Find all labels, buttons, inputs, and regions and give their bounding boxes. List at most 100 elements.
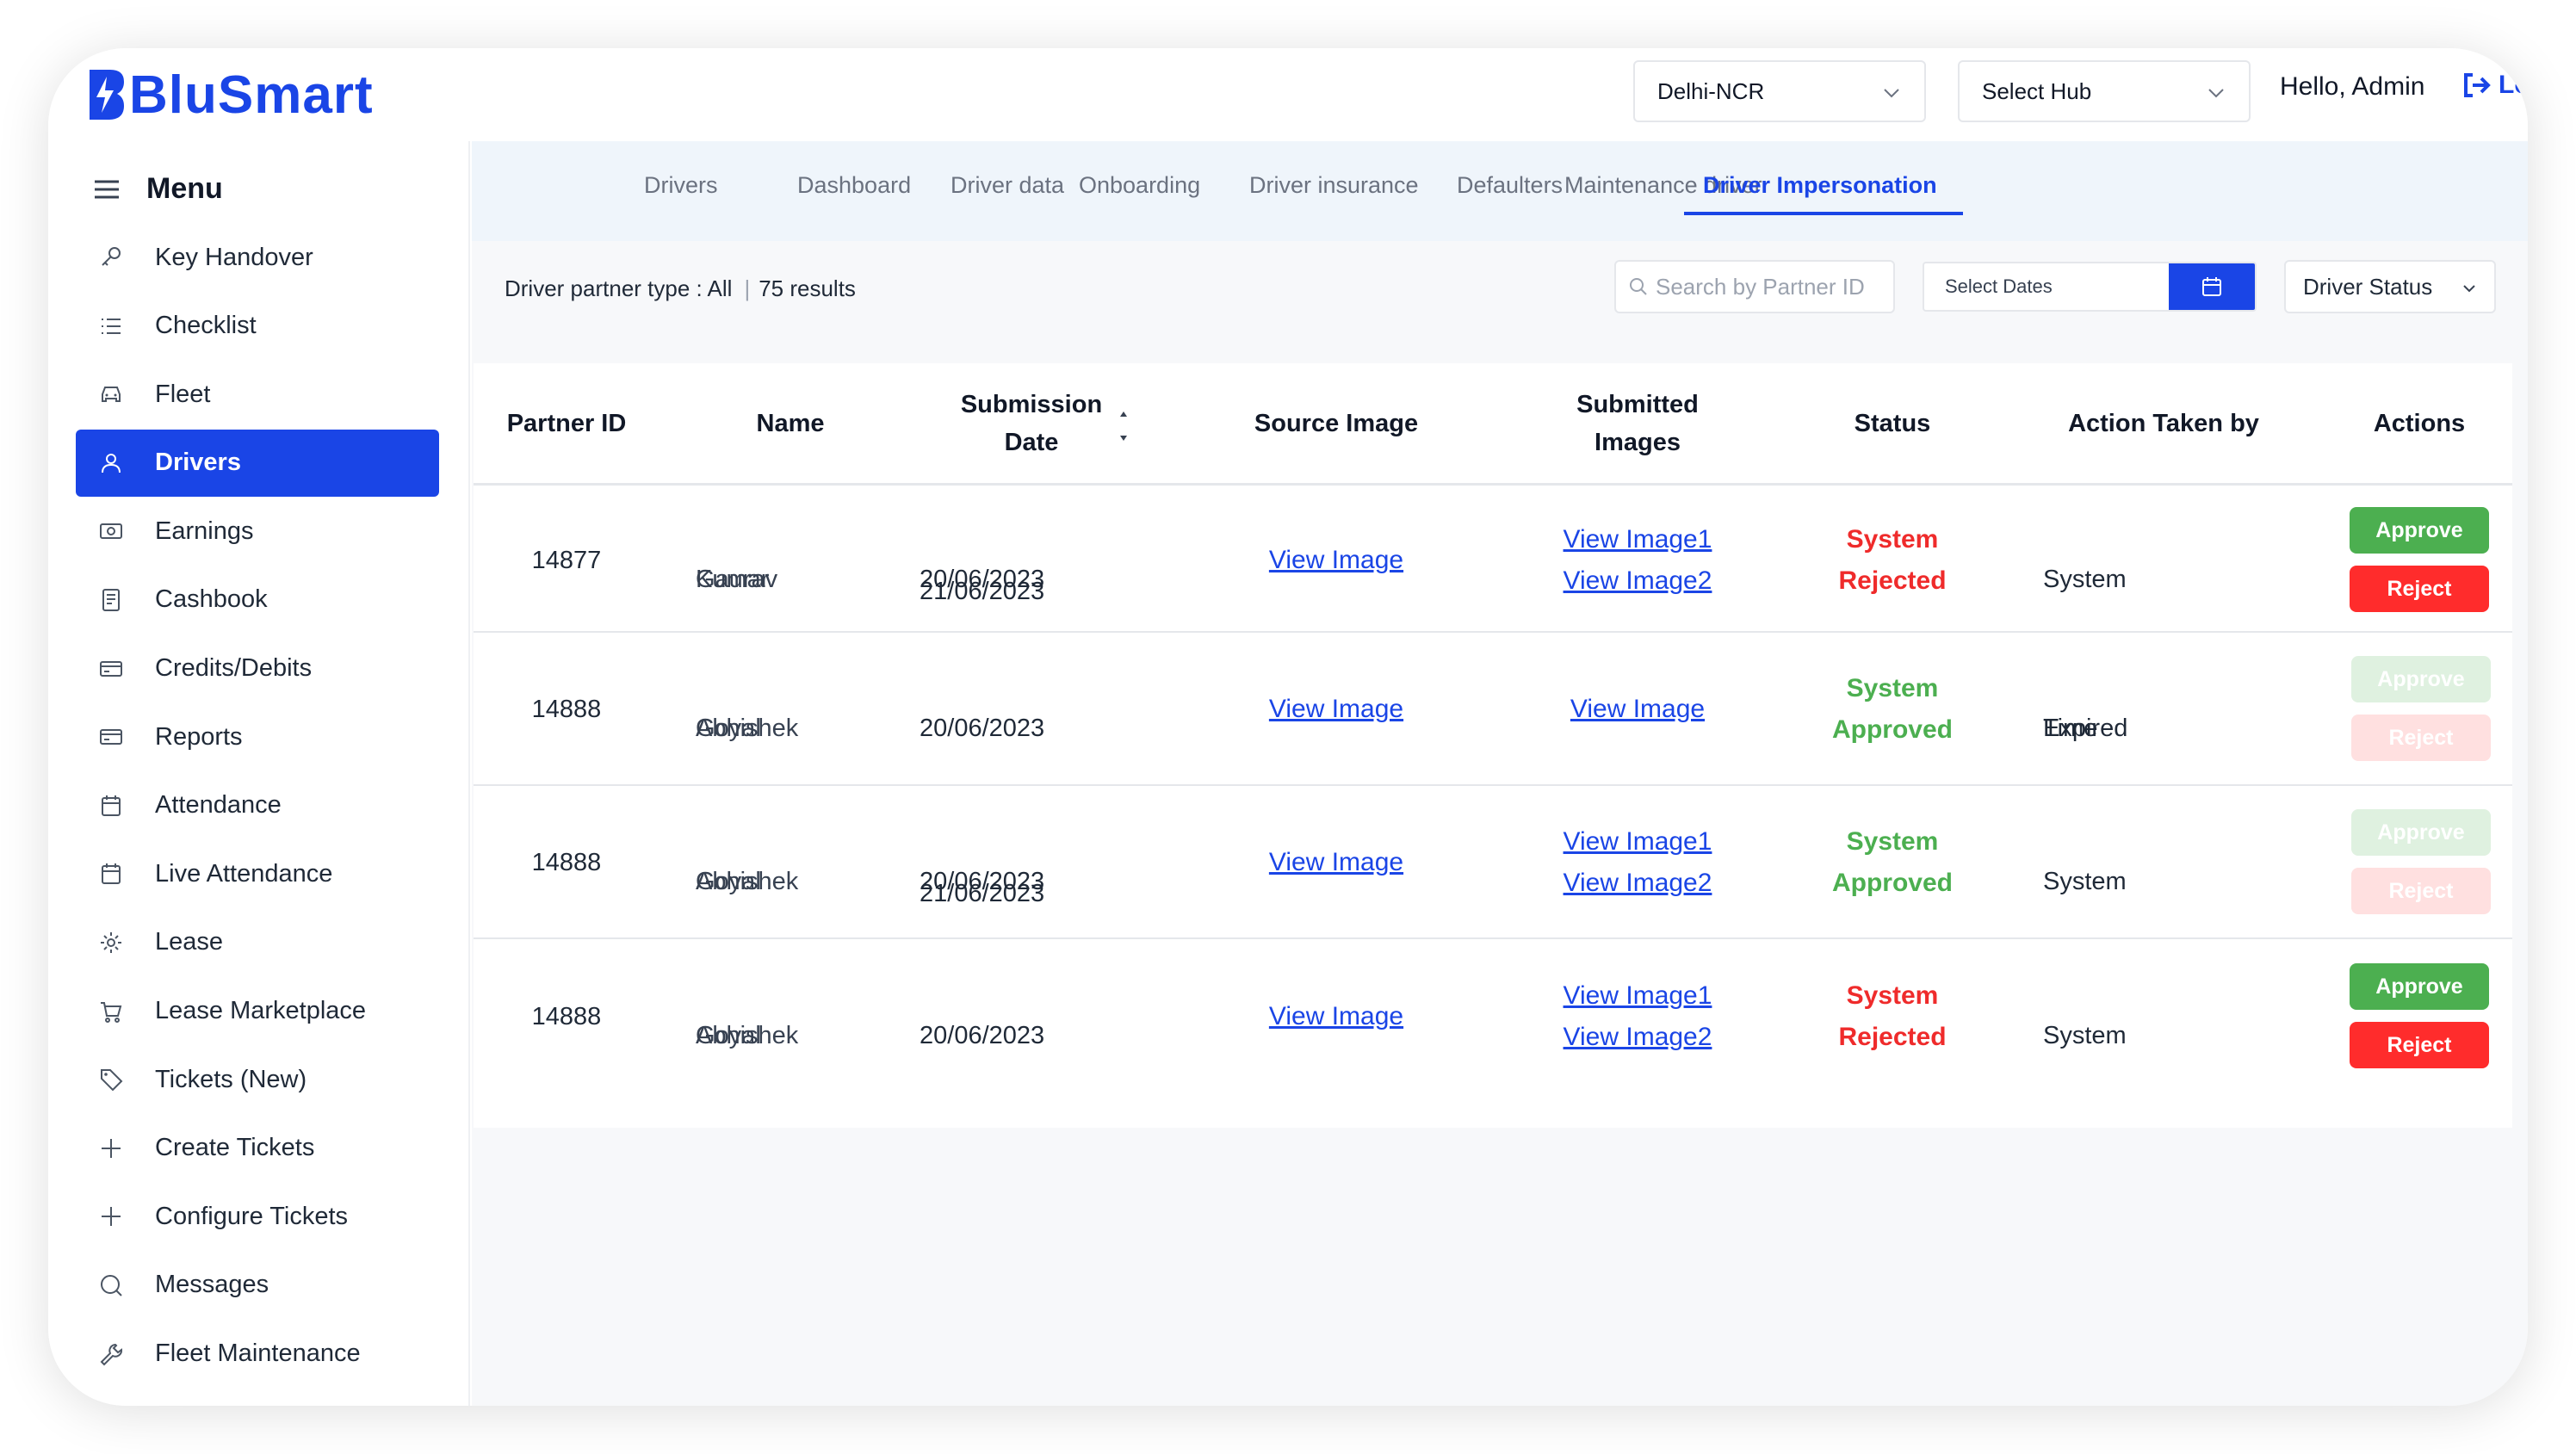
status-badge: Rejected — [1838, 566, 1947, 595]
sidebar-item-label: Create Tickets — [155, 1134, 315, 1162]
tab-driver-impersonation[interactable]: Driver Impersonation — [1703, 172, 1937, 199]
top-header: BluSmart Delhi-NCR Select Hub Hello, Adm… — [48, 48, 2528, 141]
chat-icon — [96, 1271, 126, 1300]
logout-icon — [2464, 73, 2491, 97]
sidebar-item-label: Live Attendance — [155, 859, 333, 888]
submission-date: 20/06/2023 — [920, 1022, 1045, 1049]
calendar-icon — [2202, 277, 2221, 296]
partner-id: 14888 — [531, 849, 602, 876]
tab-bar: Drivers Dashboard Driver data Onboarding Dri… — [472, 141, 2528, 241]
sidebar-item-credits-debits[interactable]: Credits/Debits — [76, 635, 439, 702]
tab-onboarding[interactable]: Onboarding — [1079, 172, 1200, 199]
sidebar-item-tickets-new[interactable]: Tickets (New) — [76, 1046, 439, 1113]
logout-button[interactable]: Lo — [2462, 71, 2528, 100]
table-header: Partner ID Name Submission Date Source Image… — [474, 363, 2512, 486]
tab-drivers[interactable]: Drivers — [644, 172, 718, 199]
chevron-down-icon — [1884, 89, 1899, 98]
column-header-partner-id: Partner ID — [506, 410, 627, 437]
partner-id: 14888 — [531, 1003, 602, 1030]
sidebar-item-label: Key Handover — [155, 243, 313, 271]
sidebar-item-drivers[interactable]: Drivers — [76, 429, 439, 497]
table-row: 14888 Abhishek Goyal 20/06/2023 21/06/2023 Vi… — [474, 786, 2512, 939]
sidebar-item-lease-marketplace[interactable]: Lease Marketplace — [76, 978, 439, 1045]
brand-logo[interactable]: BluSmart — [84, 59, 374, 131]
status-badge: System — [1846, 827, 1939, 856]
reject-button[interactable]: Reject — [2350, 566, 2489, 612]
search-input[interactable]: Search by Partner ID — [1614, 260, 1895, 313]
submitted-image-link[interactable]: View Image1 — [1564, 981, 1712, 1010]
sidebar-nav: Key Handover Checklist Fleet Drivers Earning… — [76, 224, 439, 1389]
date-range-picker[interactable]: Select Dates — [1923, 262, 2257, 312]
sidebar-item-earnings[interactable]: Earnings — [76, 498, 439, 565]
sidebar-item-label: Attendance — [155, 791, 282, 820]
action-taken-by: System — [2043, 868, 2127, 895]
driver-name: Goyal — [696, 868, 761, 895]
approve-button[interactable]: Approve — [2350, 963, 2489, 1010]
driver-name: Goyal — [696, 715, 761, 742]
driver-name: Kumar — [696, 566, 770, 593]
hub-select[interactable]: Select Hub — [1958, 60, 2251, 122]
hub-select-value: Select Hub — [1982, 77, 2092, 104]
submitted-image-link[interactable]: View Image1 — [1564, 525, 1712, 554]
sidebar-item-configure-tickets[interactable]: Configure Tickets — [76, 1183, 439, 1250]
user-icon — [96, 449, 126, 478]
driver-status-select[interactable]: Driver Status — [2284, 260, 2496, 313]
reject-button[interactable]: Reject — [2350, 1022, 2489, 1068]
sidebar-item-label: Earnings — [155, 517, 254, 545]
search-placeholder: Search by Partner ID — [1656, 273, 1865, 300]
sidebar-item-cashbook[interactable]: Cashbook — [76, 566, 439, 634]
sidebar-item-checklist[interactable]: Checklist — [76, 293, 439, 360]
calendar-icon — [96, 859, 126, 888]
results-count: 75 results — [759, 275, 856, 301]
sidebar-item-label: Tickets (New) — [155, 1065, 307, 1093]
sidebar-item-fleet-maintenance[interactable]: Fleet Maintenance — [76, 1321, 439, 1388]
column-header-submission-date[interactable]: Submission Date — [920, 386, 1143, 461]
submission-date: 21/06/2023 — [920, 578, 1045, 605]
action-taken-by: System — [2043, 1022, 2127, 1049]
tab-driver-insurance[interactable]: Driver insurance — [1249, 172, 1419, 199]
source-image-link[interactable]: View Image — [1269, 695, 1403, 723]
approve-button[interactable]: Approve — [2350, 507, 2489, 554]
sidebar-item-label: Fleet — [155, 380, 211, 408]
column-header-source-image: Source Image — [1254, 410, 1419, 437]
reject-button: Reject — [2351, 715, 2491, 761]
submitted-image-link[interactable]: View Image1 — [1564, 827, 1712, 856]
submission-date: 21/06/2023 — [920, 880, 1045, 907]
user-greeting: Hello, Admin — [2280, 72, 2425, 101]
sidebar-item-attendance[interactable]: Attendance — [76, 772, 439, 839]
sidebar-item-lease[interactable]: Lease — [76, 909, 439, 976]
source-image-link[interactable]: View Image — [1269, 546, 1403, 574]
status-badge: Approved — [1831, 869, 1953, 897]
driver-status-value: Driver Status — [2303, 273, 2433, 300]
menu-toggle[interactable]: Menu — [93, 172, 223, 206]
submitted-image-link[interactable]: View Image2 — [1564, 1023, 1712, 1051]
card-icon — [96, 722, 126, 752]
sidebar-item-live-attendance[interactable]: Live Attendance — [76, 840, 439, 907]
sort-icon[interactable] — [1115, 405, 1132, 448]
sidebar-item-label: Configure Tickets — [155, 1202, 349, 1230]
tab-dashboard[interactable]: Dashboard — [797, 172, 911, 199]
sidebar-item-create-tickets[interactable]: Create Tickets — [76, 1115, 439, 1182]
sidebar-item-key-handover[interactable]: Key Handover — [76, 224, 439, 291]
sidebar-item-fleet[interactable]: Fleet — [76, 361, 439, 428]
card-icon — [96, 654, 126, 684]
table-row: 14888 Abhishek Goyal 20/06/2023 View Image Vi… — [474, 633, 2512, 786]
status-badge: Rejected — [1838, 1023, 1947, 1051]
city-select[interactable]: Delhi-NCR — [1633, 60, 1926, 122]
tab-defaulters[interactable]: Defaulters — [1457, 172, 1563, 199]
tab-driver-data[interactable]: Driver data — [951, 172, 1064, 199]
submitted-image-link[interactable]: View Image — [1570, 695, 1705, 723]
app-window: BluSmart Delhi-NCR Select Hub Hello, Adm… — [48, 48, 2528, 1406]
city-select-value: Delhi-NCR — [1657, 77, 1765, 104]
key-icon — [96, 243, 126, 272]
submitted-image-link[interactable]: View Image2 — [1564, 566, 1712, 595]
calendar-button[interactable] — [2169, 263, 2255, 310]
sidebar-item-label: Messages — [155, 1271, 269, 1299]
approve-button: Approve — [2351, 656, 2491, 702]
source-image-link[interactable]: View Image — [1269, 1002, 1403, 1030]
brand-name: BluSmart — [129, 65, 374, 125]
source-image-link[interactable]: View Image — [1269, 848, 1403, 876]
sidebar-item-reports[interactable]: Reports — [76, 703, 439, 770]
submitted-image-link[interactable]: View Image2 — [1564, 869, 1712, 897]
sidebar-item-messages[interactable]: Messages — [76, 1252, 439, 1319]
